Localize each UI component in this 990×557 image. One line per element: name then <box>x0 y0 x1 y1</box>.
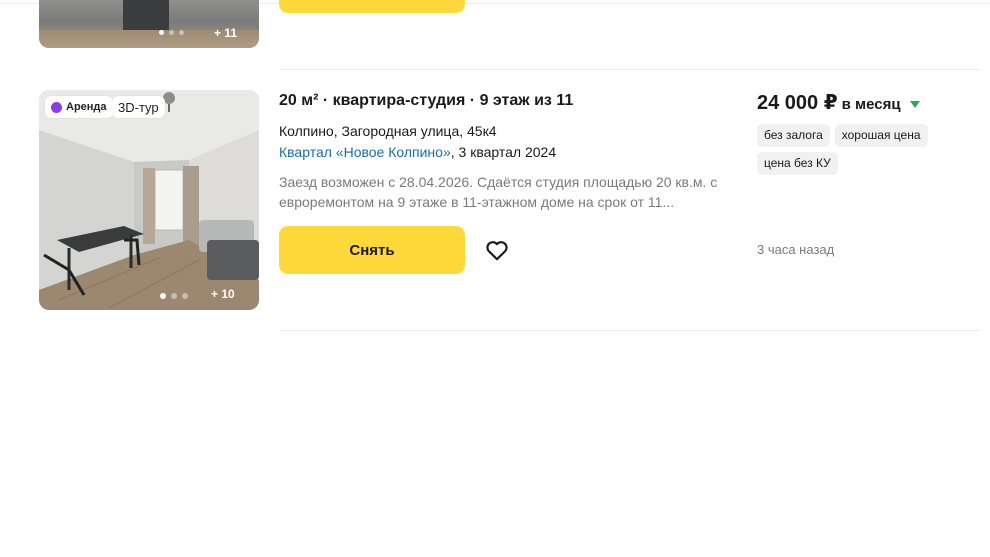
listing-divider <box>279 330 980 331</box>
rent-badge-label: Аренда <box>66 101 107 113</box>
previous-listing-photo[interactable]: + 11 <box>39 0 259 48</box>
listing-photo[interactable]: Аренда 3D-тур + 10 <box>39 90 259 310</box>
photo-more-count: + 10 <box>211 287 235 301</box>
tag: без залога <box>757 124 830 147</box>
tag: цена без КУ <box>757 152 838 175</box>
published-time: 3 часа назад <box>757 242 835 257</box>
photo-more-count: + 11 <box>213 26 237 40</box>
photo-appliance <box>123 0 169 34</box>
photo-dot[interactable] <box>169 30 174 35</box>
room-photo-illustration <box>39 90 259 310</box>
photo-dot[interactable] <box>182 293 188 299</box>
heart-outline-icon[interactable] <box>484 237 510 263</box>
previous-rent-button[interactable] <box>279 0 465 13</box>
complex-link[interactable]: Квартал «Новое Колпино» <box>279 144 451 160</box>
price-period: в месяц <box>841 96 901 113</box>
listing-tags: без залога хорошая цена цена без КУ <box>757 124 957 175</box>
3d-tour-label: 3D-тур <box>118 99 159 115</box>
rent-button[interactable]: Снять <box>279 226 465 274</box>
photo-pagination <box>159 30 184 35</box>
photo-dot[interactable] <box>160 293 166 299</box>
3d-tour-badge[interactable]: 3D-тур <box>112 96 165 118</box>
listing-divider <box>279 69 980 70</box>
complex-completion: , 3 квартал 2024 <box>450 144 557 160</box>
listing-description: Заезд возможен с 28.04.2026. Сдаётся сту… <box>279 174 718 210</box>
photo-dot[interactable] <box>171 293 177 299</box>
price-amount: 24 000 ₽ <box>757 92 838 114</box>
listing-address: Колпино, Загородная улица, 45к4 <box>279 123 497 139</box>
rent-dot-icon <box>51 101 62 113</box>
rent-badge: Аренда <box>45 96 113 118</box>
listing-title[interactable]: 20 м² · квартира-студия · 9 этаж из 11 <box>279 92 573 110</box>
photo-dot[interactable] <box>159 30 164 35</box>
photo-dot[interactable] <box>179 30 184 35</box>
residential-complex: Квартал «Новое Колпино», 3 квартал 2024 <box>279 144 556 160</box>
tag: хорошая цена <box>834 124 928 147</box>
photo-pagination <box>160 293 188 299</box>
price-down-triangle-icon[interactable] <box>909 101 920 108</box>
price: 24 000 ₽ в месяц <box>757 90 920 115</box>
